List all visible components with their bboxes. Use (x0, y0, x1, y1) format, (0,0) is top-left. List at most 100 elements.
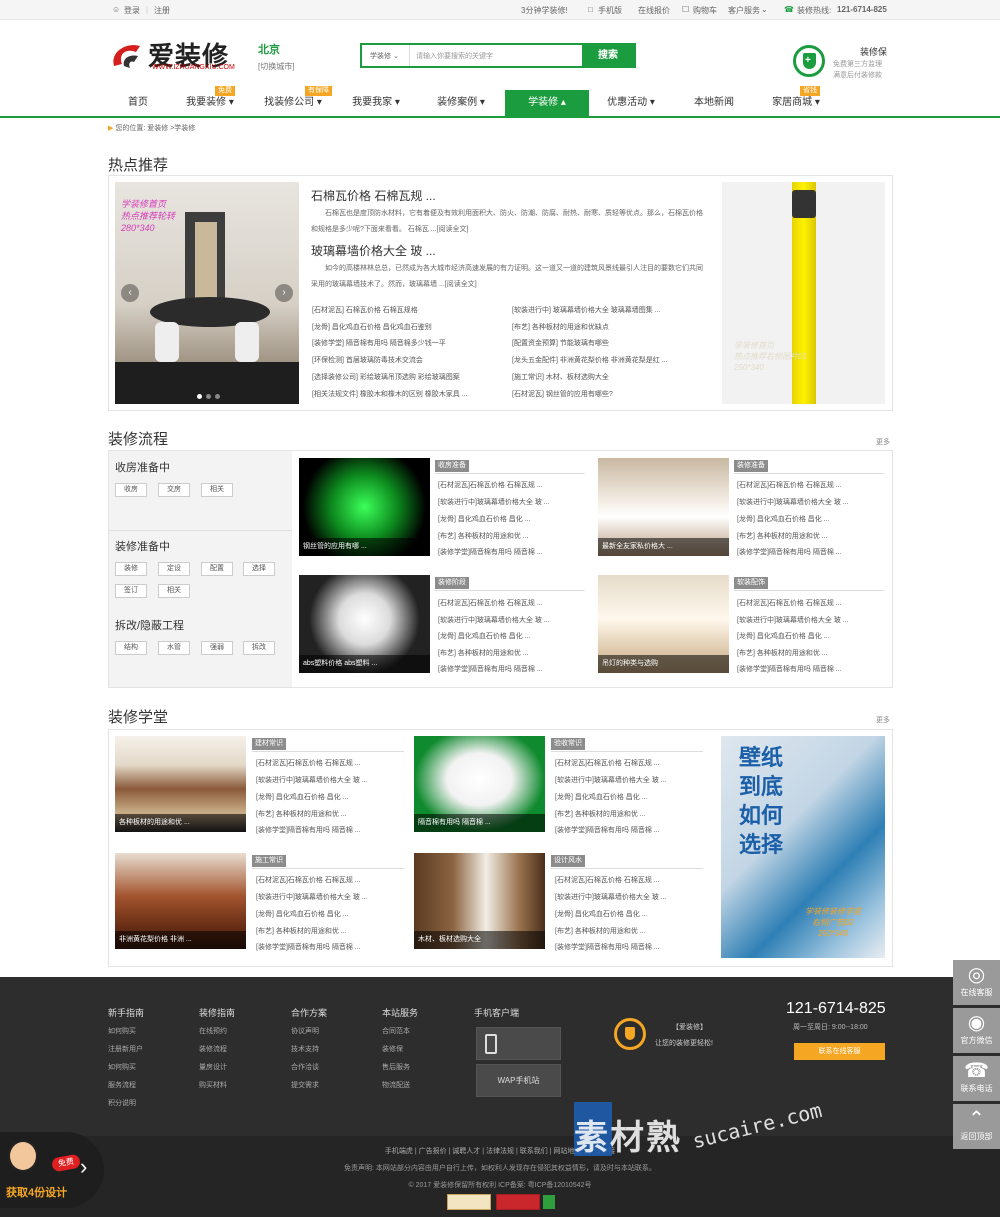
footer-link[interactable]: 购买材料 (199, 1080, 227, 1090)
school-link[interactable]: [石材泥瓦]石棉瓦价格 石棉瓦规 ... (555, 875, 705, 885)
nav-local-news[interactable]: 本地新闻 (688, 90, 740, 116)
process-card-image[interactable]: abs塑料价格 abs塑料 ... (299, 575, 430, 673)
footer-link[interactable]: 提交需求 (291, 1080, 319, 1090)
topbar-link-mobile[interactable]: 手机版 (598, 5, 622, 16)
slide-dot[interactable] (215, 394, 220, 399)
footer-link[interactable]: 在线预约 (199, 1026, 227, 1036)
process-link[interactable]: [石材泥瓦]石棉瓦价格 石棉瓦规 ... (737, 480, 885, 490)
footer-link[interactable]: 技术支持 (291, 1044, 319, 1054)
process-tag[interactable]: 定设 (158, 562, 190, 576)
process-link[interactable]: [龙骨] 昌化鸡血石价格 昌化 ... (737, 514, 885, 524)
process-link[interactable]: [石材泥瓦]石棉瓦价格 石棉瓦规 ... (438, 480, 586, 490)
process-tag[interactable]: 拆改 (243, 641, 275, 655)
mobile-app-button[interactable] (476, 1027, 561, 1060)
process-link[interactable]: [软装进行中]玻璃幕墙价格大全 玻 ... (438, 497, 586, 507)
footer-link[interactable]: 装修保 (382, 1044, 403, 1054)
process-link[interactable]: [装修学堂]隔音棉有用吗 隔音棉 ... (737, 547, 885, 557)
process-tag[interactable]: 相关 (158, 584, 190, 598)
process-link[interactable]: [装修学堂]隔音棉有用吗 隔音棉 ... (438, 547, 586, 557)
school-link[interactable]: [装修学堂]隔音棉有用吗 隔音棉 ... (256, 825, 406, 835)
hot-banner-left[interactable]: 学装修首页 热点推荐轮转 280*340 ‹ › (115, 182, 299, 404)
school-link[interactable]: [石材泥瓦]石棉瓦价格 石棉瓦规 ... (256, 758, 406, 768)
process-more-link[interactable]: 更多 (876, 437, 890, 447)
topbar-link-learn[interactable]: 3分钟学装修! (521, 5, 568, 16)
nav-my-home[interactable]: 我要我家 ▾ (345, 90, 407, 116)
nav-cases[interactable]: 装修案例 ▾ (430, 90, 492, 116)
process-card-image[interactable]: 最新全友家私价格大 ... (598, 458, 729, 556)
search-input[interactable]: 请输入你要搜索的关键字 (416, 51, 493, 61)
process-link[interactable]: [石材泥瓦]石棉瓦价格 石棉瓦规 ... (438, 598, 586, 608)
school-ad-banner[interactable]: 壁纸 到底 如何 选择 学装修装修学堂 右侧广告B2 250*340 (721, 736, 885, 958)
next-arrow-icon[interactable]: › (275, 284, 293, 302)
topbar-link-service[interactable]: 客户服务 (728, 5, 760, 16)
nav-promotions[interactable]: 优惠活动 ▾ (600, 90, 662, 116)
topbar-link-cart[interactable]: 购物车 (693, 5, 717, 16)
school-card-image[interactable]: 各种板材的用途和优 ... (115, 736, 246, 832)
process-card-image[interactable]: 吊灯的种类与选购 (598, 575, 729, 673)
hot-banner-right[interactable]: 学装修首页 热点推荐右侧图片01 250*340 (722, 182, 885, 404)
hot-article-title-2[interactable]: 玻璃幕墙价格大全 玻 ... (311, 242, 436, 259)
hot-link[interactable]: [相关法规文件] 橡胶木和橡木的区别 橡胶木家具 ... (312, 389, 507, 399)
search-category-select[interactable]: 学装修 ⌄ (362, 45, 410, 66)
footer-link[interactable]: 装修流程 (199, 1044, 227, 1054)
hot-link[interactable]: [石材泥瓦] 石棉瓦价格 石棉瓦规格 (312, 305, 507, 315)
hot-link[interactable]: [施工常识] 木材、板材选购大全 (512, 372, 707, 382)
school-more-link[interactable]: 更多 (876, 715, 890, 725)
process-link[interactable]: [软装进行中]玻璃幕墙价格大全 玻 ... (737, 615, 885, 625)
hot-link[interactable]: [环保检测] 首届玻璃防毒技术交流会 (312, 355, 507, 365)
school-link[interactable]: [软装进行中]玻璃幕墙价格大全 玻 ... (555, 775, 705, 785)
nav-home[interactable]: 首页 (118, 90, 158, 116)
school-link[interactable]: [布艺] 各种板材的用途和优 ... (555, 809, 705, 819)
search-button[interactable]: 搜索 (582, 45, 634, 66)
process-link[interactable]: [装修学堂]隔音棉有用吗 隔音棉 ... (438, 664, 586, 674)
footer-link[interactable]: 合作洽谈 (291, 1062, 319, 1072)
process-link[interactable]: [布艺] 各种板材的用途和优 ... (737, 531, 885, 541)
prev-arrow-icon[interactable]: ‹ (121, 284, 139, 302)
process-tag[interactable]: 结构 (115, 641, 147, 655)
float-phone[interactable]: ☎ 联系电话 (953, 1056, 1000, 1101)
hot-link[interactable]: [装修学堂] 隔音棉有用吗 隔音棉多少钱一平 (312, 338, 507, 348)
hot-article-title-1[interactable]: 石棉瓦价格 石棉瓦规 ... (311, 187, 436, 204)
school-link[interactable]: [软装进行中]玻璃幕墙价格大全 玻 ... (256, 775, 406, 785)
online-service-button[interactable]: 联系在线客服 (794, 1043, 885, 1060)
login-link[interactable]: 登录 (124, 5, 140, 16)
footer-link[interactable]: 如何购买 (108, 1062, 136, 1072)
school-link[interactable]: [石材泥瓦]石棉瓦价格 石棉瓦规 ... (555, 758, 705, 768)
process-link[interactable]: [龙骨] 昌化鸡血石价格 昌化 ... (438, 631, 586, 641)
school-link[interactable]: [龙骨] 昌化鸡血石价格 昌化 ... (256, 792, 406, 802)
process-link[interactable]: [布艺] 各种板材的用途和优 ... (438, 531, 586, 541)
hot-link[interactable]: [软装进行中] 玻璃幕墙价格大全 玻璃幕墙图集 ... (512, 305, 707, 315)
hot-link[interactable]: [选择装修公司] 彩绘玻璃吊顶选购 彩绘玻璃图案 (312, 372, 507, 382)
school-link[interactable]: [布艺] 各种板材的用途和优 ... (555, 926, 705, 936)
footer-link[interactable]: 服务流程 (108, 1080, 136, 1090)
process-link[interactable]: [软装进行中]玻璃幕墙价格大全 玻 ... (737, 497, 885, 507)
process-link[interactable]: [布艺] 各种板材的用途和优 ... (737, 648, 885, 658)
footer-link[interactable]: 量房设计 (199, 1062, 227, 1072)
slide-dot[interactable] (197, 394, 202, 399)
trust-badge[interactable] (496, 1194, 540, 1210)
school-link[interactable]: [软装进行中]玻璃幕墙价格大全 玻 ... (256, 892, 406, 902)
float-online-service[interactable]: ◎ 在线客服 (953, 960, 1000, 1005)
float-back-to-top[interactable]: ⌃ 返回顶部 (953, 1104, 1000, 1149)
process-tag[interactable]: 相关 (201, 483, 233, 497)
process-tag[interactable]: 强弱 (201, 641, 233, 655)
school-link[interactable]: [布艺] 各种板材的用途和优 ... (256, 809, 406, 819)
school-card-image[interactable]: 隔音棉有用吗 隔音棉 ... (414, 736, 545, 832)
nav-learn[interactable]: 学装修 ▴ (505, 90, 589, 116)
footer-bottom-links[interactable]: 手机端虎 | 广告报价 | 诚聘人才 | 法律法规 | 联系我们 | 网站地图 … (0, 1146, 1000, 1156)
process-link[interactable]: [石材泥瓦]石棉瓦价格 石棉瓦规 ... (737, 598, 885, 608)
footer-link[interactable]: 协议声明 (291, 1026, 319, 1036)
trust-badge[interactable] (447, 1194, 491, 1210)
footer-link[interactable]: 积分说明 (108, 1098, 136, 1108)
hot-link[interactable]: [龙头五金配件] 非洲黄花梨价格 非洲黄花梨是红 ... (512, 355, 707, 365)
process-tag[interactable]: 交房 (158, 483, 190, 497)
process-card-image[interactable]: 钢丝管的应用有哪 ... (299, 458, 430, 556)
school-link[interactable]: [装修学堂]隔音棉有用吗 隔音棉 ... (555, 942, 705, 952)
school-link[interactable]: [布艺] 各种板材的用途和优 ... (256, 926, 406, 936)
city-switch-link[interactable]: [切换城市] (258, 61, 294, 72)
design-promo[interactable]: 免费 获取4份设计 › (0, 1132, 104, 1208)
footer-link[interactable]: 物流配送 (382, 1080, 410, 1090)
school-link[interactable]: [石材泥瓦]石棉瓦价格 石棉瓦规 ... (256, 875, 406, 885)
process-tag[interactable]: 配置 (201, 562, 233, 576)
footer-link[interactable]: 售后服务 (382, 1062, 410, 1072)
